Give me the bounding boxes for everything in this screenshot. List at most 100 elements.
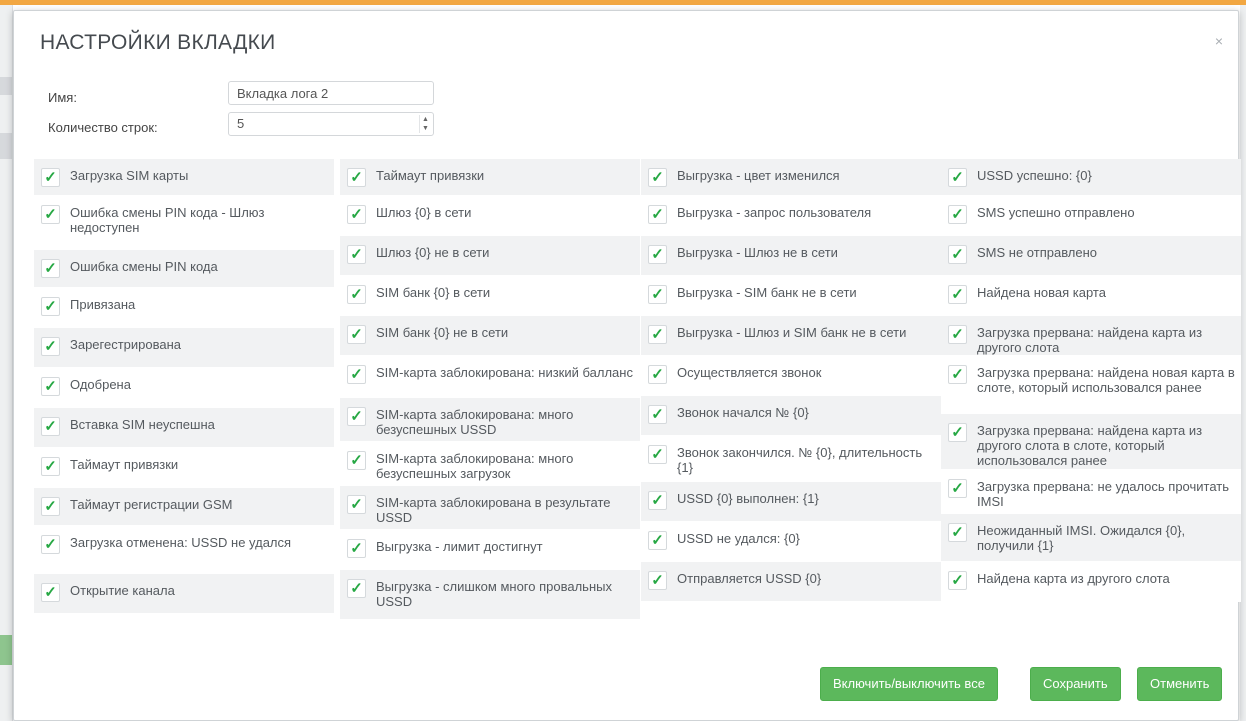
checkbox-checked-icon[interactable]: ✓ [41,535,60,554]
event-option-row[interactable]: ✓ SMS успешно отправлено [941,196,1241,236]
checkbox-checked-icon[interactable]: ✓ [948,168,967,187]
event-option-row[interactable]: ✓ Выгрузка - SIM банк не в сети [641,276,941,316]
rows-count-stepper[interactable]: 5 ▲ ▼ [228,112,434,136]
event-option-row[interactable]: ✓ Ошибка смены PIN кода [34,250,334,288]
checkbox-checked-icon[interactable]: ✓ [41,377,60,396]
checkbox-checked-icon[interactable]: ✓ [347,205,366,224]
event-option-row[interactable]: ✓ Отправляется USSD {0} [641,562,941,602]
checkbox-checked-icon[interactable]: ✓ [347,365,366,384]
checkbox-checked-icon[interactable]: ✓ [347,407,366,426]
checkbox-checked-icon[interactable]: ✓ [41,168,60,187]
checkbox-checked-icon[interactable]: ✓ [41,497,60,516]
checkbox-checked-icon[interactable]: ✓ [347,285,366,304]
event-option-row[interactable]: ✓ Таймаут привязки [34,448,334,488]
event-option-row[interactable]: ✓ Загрузка прервана: не удалось прочитать… [941,470,1241,514]
close-icon[interactable]: × [1215,33,1223,49]
toggle-all-button[interactable]: Включить/выключить все [820,667,998,701]
checkbox-checked-icon[interactable]: ✓ [648,531,667,550]
event-option-row[interactable]: ✓ Одобрена [34,368,334,408]
checkbox-checked-icon[interactable]: ✓ [41,259,60,278]
event-option-row[interactable]: ✓ SIM-карта заблокирована в результате US… [340,486,640,530]
event-option-row[interactable]: ✓ Загрузка прервана: найдена карта из дру… [941,316,1241,356]
name-label: Имя: [48,90,77,105]
event-option-row[interactable]: ✓ SIM-карта заблокирована: много безуспеш… [340,398,640,442]
event-option-row[interactable]: ✓ USSD успешно: {0} [941,159,1241,196]
checkbox-checked-icon[interactable]: ✓ [347,168,366,187]
event-option-row[interactable]: ✓ USSD {0} выполнен: {1} [641,482,941,522]
event-option-row[interactable]: ✓ SIM банк {0} не в сети [340,316,640,356]
event-option-row[interactable]: ✓ Загрузка отменена: USSD не удался [34,526,334,574]
checkbox-checked-icon[interactable]: ✓ [648,325,667,344]
event-option-row[interactable]: ✓ Найдена карта из другого слота [941,562,1241,602]
checkbox-checked-icon[interactable]: ✓ [41,457,60,476]
stepper-arrows-icon[interactable]: ▲ ▼ [419,115,431,133]
event-option-label: Выгрузка - слишком много провальных USSD [376,579,612,609]
event-option-row[interactable]: ✓ USSD не удался: {0} [641,522,941,562]
checkbox-checked-icon[interactable]: ✓ [948,479,967,498]
checkbox-checked-icon[interactable]: ✓ [41,205,60,224]
checkbox-checked-icon[interactable]: ✓ [347,539,366,558]
checkbox-checked-icon[interactable]: ✓ [648,491,667,510]
checkbox-checked-icon[interactable]: ✓ [948,523,967,542]
event-option-row[interactable]: ✓ Неожиданный IMSI. Ожидался {0}, получил… [941,514,1241,562]
save-button[interactable]: Сохранить [1030,667,1121,701]
event-option-row[interactable]: ✓ Шлюз {0} в сети [340,196,640,236]
event-option-row[interactable]: ✓ Зарегестрирована [34,328,334,368]
checkbox-checked-icon[interactable]: ✓ [347,325,366,344]
checkbox-checked-icon[interactable]: ✓ [648,245,667,264]
event-option-row[interactable]: ✓ Загрузка SIM карты [34,159,334,196]
cancel-button[interactable]: Отменить [1137,667,1223,701]
event-option-row[interactable]: ✓ Выгрузка - Шлюз и SIM банк не в сети [641,316,941,356]
checkbox-checked-icon[interactable]: ✓ [948,423,967,442]
event-option-row[interactable]: ✓ Загрузка прервана: найдена карта из дру… [941,414,1241,470]
event-option-label: SIM банк {0} в сети [376,285,491,300]
checkbox-checked-icon[interactable]: ✓ [347,451,366,470]
event-option-row[interactable]: ✓ SIM-карта заблокирована: много безуспеш… [340,442,640,486]
event-option-row[interactable]: ✓ Открытие канала [34,574,334,614]
event-option-row[interactable]: ✓ Найдена новая карта [941,276,1241,316]
event-option-row[interactable]: ✓ Загрузка прервана: найдена новая карта … [941,356,1241,414]
checkbox-checked-icon[interactable]: ✓ [948,571,967,590]
checkbox-checked-icon[interactable]: ✓ [948,245,967,264]
checkbox-checked-icon[interactable]: ✓ [648,285,667,304]
name-input[interactable] [228,81,434,105]
checkbox-checked-icon[interactable]: ✓ [648,405,667,424]
checkbox-checked-icon[interactable]: ✓ [347,245,366,264]
checkbox-checked-icon[interactable]: ✓ [41,417,60,436]
event-option-row[interactable]: ✓ Выгрузка - лимит достигнут [340,530,640,570]
event-option-label: USSD успешно: {0} [977,168,1092,183]
checkbox-checked-icon[interactable]: ✓ [648,445,667,464]
checkbox-checked-icon[interactable]: ✓ [648,168,667,187]
event-option-row[interactable]: ✓ SIM-карта заблокирована: низкий балланс [340,356,640,398]
event-option-label: SIM банк {0} не в сети [376,325,509,340]
event-option-row[interactable]: ✓ Выгрузка - цвет изменился [641,159,941,196]
event-option-row[interactable]: ✓ Осуществляется звонок [641,356,941,396]
event-option-row[interactable]: ✓ Выгрузка - Шлюз не в сети [641,236,941,276]
event-option-row[interactable]: ✓ Выгрузка - слишком много провальных USS… [340,570,640,620]
checkbox-checked-icon[interactable]: ✓ [648,571,667,590]
event-option-row[interactable]: ✓ SMS не отправлено [941,236,1241,276]
event-option-row[interactable]: ✓ Таймаут регистрации GSM [34,488,334,526]
checkbox-checked-icon[interactable]: ✓ [648,365,667,384]
checkbox-checked-icon[interactable]: ✓ [347,579,366,598]
checkbox-checked-icon[interactable]: ✓ [948,365,967,384]
event-option-row[interactable]: ✓ Выгрузка - запрос пользователя [641,196,941,236]
event-option-row[interactable]: ✓ Таймаут привязки [340,159,640,196]
checkbox-checked-icon[interactable]: ✓ [948,285,967,304]
event-option-label: Отправляется USSD {0} [677,571,822,586]
checkbox-checked-icon[interactable]: ✓ [948,325,967,344]
event-option-row[interactable]: ✓ Звонок закончился. № {0}, длительность … [641,436,941,482]
checkbox-checked-icon[interactable]: ✓ [41,297,60,316]
checkbox-checked-icon[interactable]: ✓ [347,495,366,514]
checkbox-checked-icon[interactable]: ✓ [41,583,60,602]
checkbox-checked-icon[interactable]: ✓ [948,205,967,224]
event-option-label: Вставка SIM неуспешна [70,417,215,432]
checkbox-checked-icon[interactable]: ✓ [648,205,667,224]
checkbox-checked-icon[interactable]: ✓ [41,337,60,356]
event-option-row[interactable]: ✓ Привязана [34,288,334,328]
event-option-row[interactable]: ✓ Ошибка смены PIN кода - Шлюз недоступен [34,196,334,250]
event-option-row[interactable]: ✓ SIM банк {0} в сети [340,276,640,316]
event-option-row[interactable]: ✓ Вставка SIM неуспешна [34,408,334,448]
event-option-row[interactable]: ✓ Звонок начался № {0} [641,396,941,436]
event-option-row[interactable]: ✓ Шлюз {0} не в сети [340,236,640,276]
